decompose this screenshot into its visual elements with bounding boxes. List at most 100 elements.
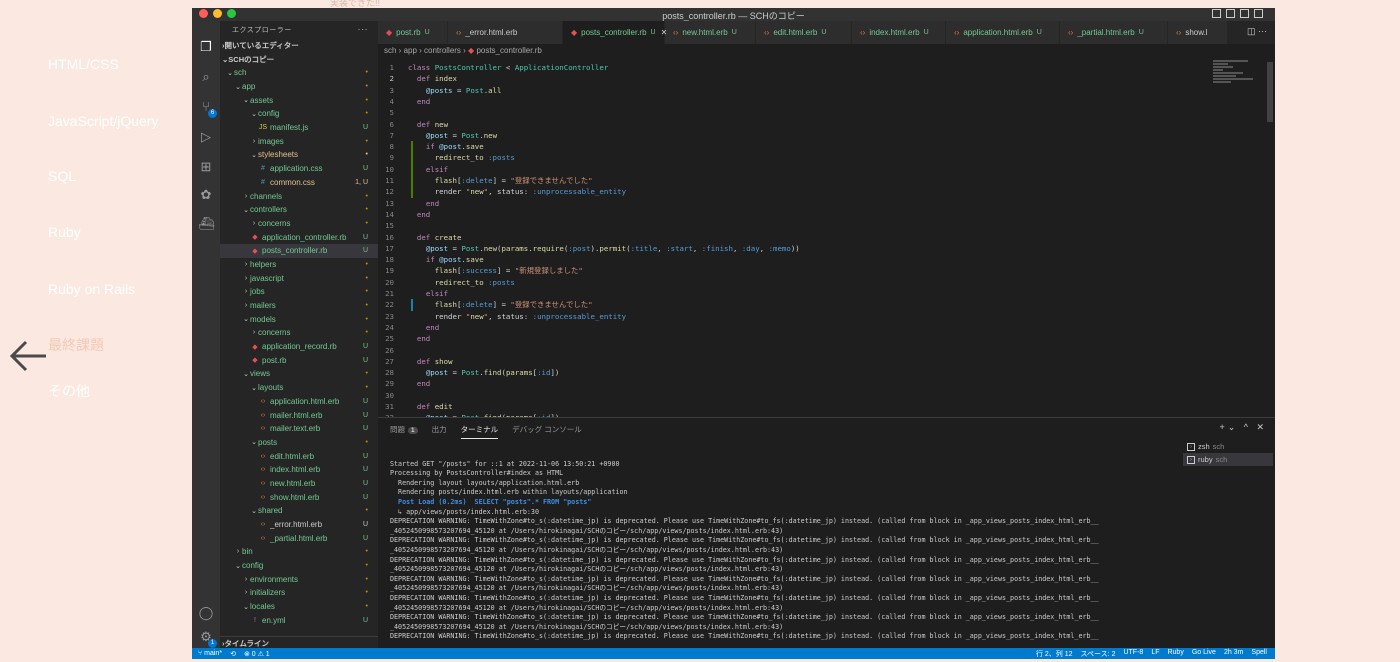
open-editors-section[interactable]: › 開いているエディター xyxy=(220,38,378,52)
files-icon[interactable]: ❐ xyxy=(198,39,214,55)
more-actions-icon[interactable]: ··· xyxy=(358,24,369,34)
toggle-sidebar-icon[interactable] xyxy=(1212,9,1221,18)
close-tab-icon[interactable]: ✕ xyxy=(661,28,668,37)
project-section[interactable]: ⌄ SCHのコピー xyxy=(220,52,378,66)
run-debug-icon[interactable]: ▷ xyxy=(198,129,214,145)
background-nav-item[interactable]: SQL xyxy=(48,168,76,184)
file-tree-item[interactable]: ⌄ posts • xyxy=(220,436,378,450)
file-tree-item[interactable]: › channels • xyxy=(220,189,378,203)
file-tree-item[interactable]: › helpers • xyxy=(220,258,378,272)
breadcrumb-part[interactable]: sch xyxy=(384,46,396,55)
timeline-section[interactable]: › タイムライン xyxy=(220,636,378,648)
sync-icon[interactable]: ⟲ xyxy=(230,650,236,658)
status-item[interactable]: 行 2、列 12 xyxy=(1036,649,1073,659)
file-tree-item[interactable]: # common.css 1, U xyxy=(220,176,378,190)
file-tree-item[interactable]: ⌄ sch • xyxy=(220,66,378,80)
status-item[interactable]: Spell xyxy=(1251,649,1267,659)
status-item[interactable]: スペース: 2 xyxy=(1081,649,1116,659)
branch-indicator[interactable]: ⑂ main* xyxy=(198,650,222,658)
file-tree-item[interactable]: ‹› new.html.erb U xyxy=(220,477,378,491)
file-tree-item[interactable]: › mailers • xyxy=(220,299,378,313)
account-icon[interactable]: ◯ xyxy=(198,605,214,621)
editor-tab[interactable]: ‹› new.html.erb U xyxy=(665,21,756,44)
editor-tab[interactable]: ◆ post.rb U xyxy=(378,21,448,44)
source-control-icon[interactable]: ⑂ 6 xyxy=(198,99,217,118)
background-nav-item[interactable]: JavaScript/jQuery xyxy=(48,113,158,129)
settings-gear-icon[interactable]: ⚙ 1 xyxy=(198,629,217,648)
toggle-panel-icon[interactable] xyxy=(1226,9,1235,18)
panel-tab[interactable]: 問題 1 xyxy=(390,424,418,439)
status-item[interactable]: Go Live xyxy=(1192,649,1216,659)
file-tree-item[interactable]: ⌄ models • xyxy=(220,312,378,326)
file-tree-item[interactable]: ‹› _partial.html.erb U xyxy=(220,531,378,545)
file-tree-item[interactable]: › bin • xyxy=(220,545,378,559)
file-tree-item[interactable]: ⌄ assets • xyxy=(220,93,378,107)
status-item[interactable]: UTF-8 xyxy=(1123,649,1143,659)
editor-tab[interactable]: ‹› edit.html.erb U xyxy=(756,21,852,44)
file-tree-item[interactable]: ‹› _error.html.erb U xyxy=(220,518,378,532)
file-tree-item[interactable]: › concerns • xyxy=(220,217,378,231)
status-item[interactable]: Ruby xyxy=(1167,649,1183,659)
file-tree-item[interactable]: ‹› mailer.text.erb U xyxy=(220,422,378,436)
panel-tab[interactable]: ターミナル xyxy=(460,424,499,439)
panel-tab[interactable]: 出力 xyxy=(432,424,447,439)
editor-tab[interactable]: ‹› show.l xyxy=(1168,21,1228,44)
file-tree-item[interactable]: ‹› application.html.erb U xyxy=(220,395,378,409)
terminal-instance[interactable]: › ruby sch xyxy=(1183,453,1273,466)
terminal-instance[interactable]: › zsh sch xyxy=(1183,440,1273,453)
file-tree-item[interactable]: ⌄ stylesheets • xyxy=(220,148,378,162)
file-tree-item[interactable]: # application.css U xyxy=(220,162,378,176)
file-tree-item[interactable]: › images • xyxy=(220,134,378,148)
background-nav-item[interactable]: その他 xyxy=(48,381,90,401)
file-tree-item[interactable]: › javascript • xyxy=(220,271,378,285)
file-tree-item[interactable]: ◆ posts_controller.rb U xyxy=(220,243,378,258)
background-nav-item[interactable]: Ruby xyxy=(48,224,81,240)
breadcrumb-part[interactable]: app xyxy=(404,46,417,55)
file-tree-item[interactable]: ⌄ shared • xyxy=(220,504,378,518)
arrow-left-icon[interactable] xyxy=(8,336,48,376)
file-tree-item[interactable]: ◆ application_controller.rb U xyxy=(220,230,378,244)
file-tree-item[interactable]: ⌄ app • xyxy=(220,80,378,94)
file-tree-item[interactable]: ⌄ config • xyxy=(220,107,378,121)
background-nav-item[interactable]: Ruby on Rails xyxy=(48,281,135,297)
file-tree-item[interactable]: JS manifest.js U xyxy=(220,121,378,135)
file-tree-item[interactable]: › jobs • xyxy=(220,285,378,299)
file-tree-item[interactable]: ! en.yml U xyxy=(220,614,378,628)
background-nav-item[interactable]: 最終課題 xyxy=(48,335,104,355)
file-tree-item[interactable]: ‹› mailer.html.erb U xyxy=(220,408,378,422)
file-tree-item[interactable]: ‹› index.html.erb U xyxy=(220,463,378,477)
panel-actions[interactable]: +⌄ ^ ✕ xyxy=(1219,422,1267,433)
file-tree-item[interactable]: ⌄ config • xyxy=(220,559,378,573)
extensions-icon[interactable]: ⊞ xyxy=(198,159,214,175)
file-tree-item[interactable]: ⌄ locales • xyxy=(220,600,378,614)
docker-icon[interactable]: ⛴ xyxy=(198,216,215,232)
breadcrumb-part[interactable]: controllers xyxy=(424,46,461,55)
file-tree-item[interactable]: ⌄ layouts • xyxy=(220,381,378,395)
problems-indicator[interactable]: ⊗ 0 ⚠ 1 xyxy=(244,650,270,658)
file-tree-item[interactable]: ⌄ views • xyxy=(220,367,378,381)
editor-tab[interactable]: ‹› _partial.html.erb U xyxy=(1060,21,1168,44)
toggle-secondary-sidebar-icon[interactable] xyxy=(1240,9,1249,18)
status-item[interactable]: LF xyxy=(1151,649,1159,659)
customize-layout-icon[interactable] xyxy=(1254,9,1263,18)
terminal-output[interactable]: Started GET "/posts" for ::1 at 2022-11-… xyxy=(390,450,1180,648)
file-tree-item[interactable]: ‹› show.html.erb U xyxy=(220,490,378,504)
file-tree-item[interactable]: › concerns • xyxy=(220,326,378,340)
background-nav-item[interactable]: HTML/CSS xyxy=(48,56,119,72)
file-tree-item[interactable]: ‹› edit.html.erb U xyxy=(220,449,378,463)
file-tree-item[interactable]: ◆ post.rb U xyxy=(220,353,378,367)
editor-actions[interactable]: ◫ ··· xyxy=(1243,26,1267,37)
editor-tab[interactable]: ‹› application.html.erb U xyxy=(946,21,1060,44)
breadcrumb-file[interactable]: posts_controller.rb xyxy=(476,46,541,55)
file-tree-item[interactable]: › environments • xyxy=(220,572,378,586)
editor-scrollbar[interactable] xyxy=(1267,62,1273,122)
remote-icon[interactable]: ✿ xyxy=(198,187,214,203)
file-tree-item[interactable]: ◆ application_record.rb U xyxy=(220,340,378,354)
file-tree-item[interactable]: › initializers • xyxy=(220,586,378,600)
editor-tab[interactable]: ◆ posts_controller.rb U ✕ xyxy=(563,21,668,44)
editor-tab[interactable]: ‹› index.html.erb U xyxy=(852,21,946,44)
file-tree-item[interactable]: ⌄ controllers • xyxy=(220,203,378,217)
editor-tab[interactable]: ‹› _error.html.erb xyxy=(448,21,563,44)
search-icon[interactable]: ⌕ xyxy=(198,69,214,85)
status-item[interactable]: 2h 3m xyxy=(1224,649,1243,659)
